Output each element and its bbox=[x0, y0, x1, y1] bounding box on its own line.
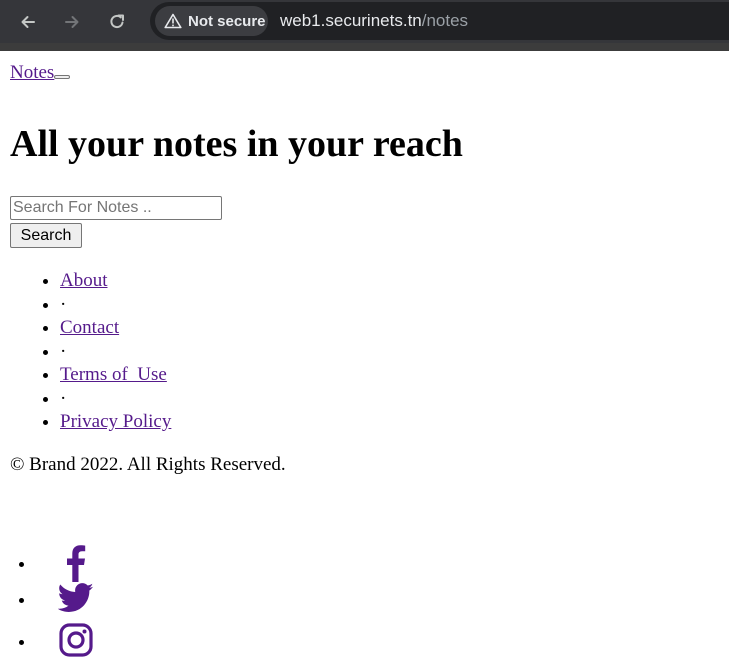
twitter-icon bbox=[57, 583, 94, 612]
list-item: · bbox=[60, 340, 171, 364]
instagram-icon bbox=[59, 623, 93, 657]
url-path: /notes bbox=[421, 11, 469, 30]
navbar-toggle-button[interactable] bbox=[54, 75, 71, 79]
arrow-left-icon bbox=[21, 16, 35, 28]
list-item bbox=[36, 582, 94, 622]
reload-button[interactable] bbox=[103, 8, 131, 36]
facebook-icon bbox=[67, 545, 86, 582]
footer-links: About · Contact · Terms of Use · Privacy… bbox=[10, 269, 171, 434]
list-item: · bbox=[60, 293, 171, 317]
list-item: Terms of Use bbox=[60, 363, 171, 387]
security-label: Not secure bbox=[188, 12, 266, 30]
list-item bbox=[36, 622, 94, 662]
privacy-link[interactable]: Privacy Policy bbox=[60, 411, 171, 432]
url-text[interactable]: web1.securinets.tn/notes bbox=[280, 11, 468, 31]
twitter-link[interactable] bbox=[57, 582, 94, 620]
list-item: About bbox=[60, 269, 171, 293]
back-button[interactable] bbox=[14, 8, 42, 36]
terms-link[interactable]: Terms of Use bbox=[60, 364, 167, 385]
social-links bbox=[10, 542, 94, 662]
list-item: Contact bbox=[60, 316, 171, 340]
contact-link[interactable]: Contact bbox=[60, 317, 119, 338]
brand-link[interactable]: Notes bbox=[10, 62, 54, 83]
warning-icon bbox=[164, 13, 182, 29]
list-item: · bbox=[60, 387, 171, 411]
forward-button[interactable] bbox=[58, 8, 86, 36]
list-item bbox=[36, 542, 94, 582]
reload-icon bbox=[110, 14, 124, 29]
toolbar-divider bbox=[0, 43, 729, 51]
copyright-text: © Brand 2022. All Rights Reserved. bbox=[10, 454, 286, 475]
search-button[interactable]: Search bbox=[10, 223, 82, 248]
security-chip[interactable]: Not secure bbox=[155, 6, 268, 36]
about-link[interactable]: About bbox=[60, 270, 108, 291]
separator: · bbox=[60, 387, 67, 409]
browser-toolbar: Not secure web1.securinets.tn/notes bbox=[0, 0, 729, 43]
list-item: Privacy Policy bbox=[60, 410, 171, 434]
page-title: All your notes in your reach bbox=[10, 123, 463, 165]
navbar: Notes bbox=[10, 62, 719, 84]
page-content: Notes All your notes in your reach Searc… bbox=[0, 62, 729, 657]
separator: · bbox=[60, 340, 67, 362]
url-host: web1.securinets.tn bbox=[280, 11, 422, 30]
search-input[interactable] bbox=[10, 196, 222, 220]
arrow-right-icon bbox=[65, 16, 79, 28]
separator: · bbox=[60, 293, 67, 315]
